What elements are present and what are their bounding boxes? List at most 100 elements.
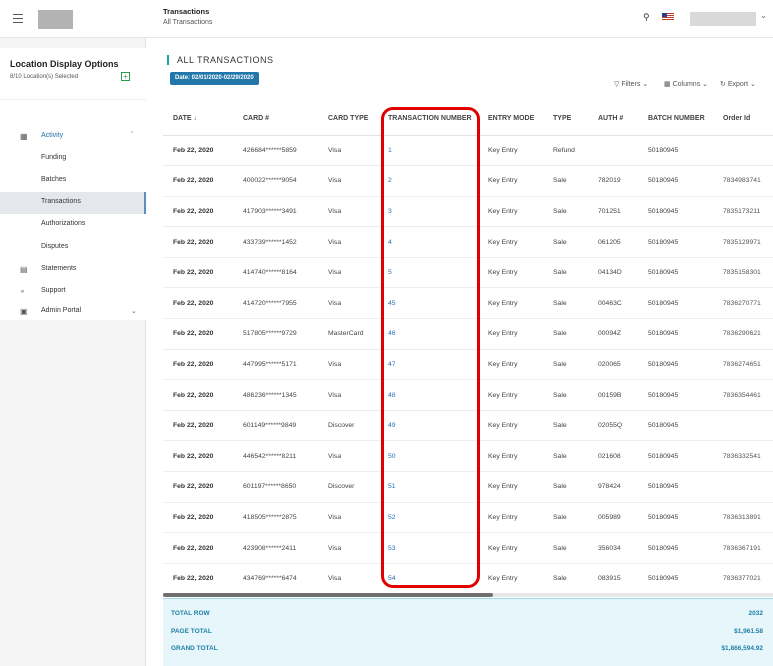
column-header-card-type[interactable]: CARD TYPE <box>318 103 378 136</box>
cell-type: Sale <box>543 471 588 503</box>
cell-date: Feb 22, 2020 <box>163 563 233 595</box>
column-header-type[interactable]: TYPE <box>543 103 588 136</box>
cell-type: Sale <box>543 502 588 534</box>
us-flag-icon[interactable] <box>662 13 674 21</box>
cell-date: Feb 22, 2020 <box>163 532 233 564</box>
scrollbar-thumb[interactable] <box>163 593 493 597</box>
cell-entry-mode: Key Entry <box>478 349 543 381</box>
sidebar-item-funding[interactable]: Funding <box>0 154 146 166</box>
cell-auth: 005989 <box>588 502 638 534</box>
cell-date: Feb 22, 2020 <box>163 502 233 534</box>
cell-entry-mode: Key Entry <box>478 287 543 320</box>
sidebar-item-support[interactable]: ∘ Support <box>0 287 146 299</box>
column-header-date[interactable]: DATE ↓ <box>163 103 233 136</box>
cell-card: 400022******9054 <box>233 165 318 197</box>
user-menu[interactable] <box>690 12 756 26</box>
sidebar-item-admin-portal[interactable]: ▣ Admin Portal ⌄ <box>0 307 146 319</box>
logo <box>38 10 73 29</box>
cell-order-id: 7836290621 <box>713 318 773 350</box>
divider <box>0 99 146 100</box>
cell-date: Feb 22, 2020 <box>163 287 233 320</box>
cell-type: Sale <box>543 257 588 289</box>
cell-auth: 02055Q <box>588 410 638 442</box>
cell-card: 517805******9729 <box>233 318 318 350</box>
page-title: ALL TRANSACTIONS <box>167 55 274 65</box>
column-header-auth[interactable]: AUTH # <box>588 103 638 136</box>
sidebar: Location Display Options 8/10 Location(s… <box>0 38 146 666</box>
chevron-down-icon[interactable]: ⌄ <box>760 11 767 20</box>
totals-panel: TOTAL ROW 2032 PAGE TOTAL $1,961.58 GRAN… <box>163 598 773 666</box>
cell-batch-number: 50180945 <box>638 287 713 320</box>
sidebar-item-statements[interactable]: ▤ Statements <box>0 265 146 277</box>
date-range-badge[interactable]: Date: 02/01/2020-02/29/2020 <box>170 72 259 85</box>
cell-order-id: 7835173211 <box>713 196 773 228</box>
cell-type: Sale <box>543 379 588 411</box>
total-row-label: TOTAL ROW <box>171 610 210 617</box>
cell-auth: 04134D <box>588 257 638 289</box>
add-location-icon[interactable]: + <box>121 72 130 81</box>
sidebar-item-label: Authorizations <box>41 220 86 227</box>
cell-card: 434769******6474 <box>233 563 318 595</box>
sidebar-item-transactions[interactable]: Transactions <box>0 192 146 214</box>
chevron-down-icon: ⌄ <box>131 308 137 315</box>
cell-card-type: Visa <box>318 563 378 595</box>
columns-label: Columns <box>672 81 701 88</box>
cell-batch-number: 50180945 <box>638 440 713 473</box>
filter-icon: ▽ <box>614 81 620 88</box>
cell-order-id: 7836270771 <box>713 287 773 320</box>
cell-card-type: Visa <box>318 349 378 381</box>
cell-date: Feb 22, 2020 <box>163 410 233 442</box>
top-bar: Transactions All Transactions ⚲ ⌄ <box>0 0 773 38</box>
cell-order-id: 7835129971 <box>713 226 773 258</box>
cell-card-type: MasterCard <box>318 318 378 350</box>
cell-batch-number: 50180945 <box>638 165 713 197</box>
horizontal-scrollbar[interactable] <box>163 593 773 597</box>
filters-button[interactable]: ▽ Filters ⌄ <box>614 80 648 88</box>
cell-date: Feb 22, 2020 <box>163 440 233 473</box>
cell-card: 426684******5859 <box>233 135 318 167</box>
column-header-batch-number[interactable]: BATCH NUMBER <box>638 103 713 136</box>
cell-type: Sale <box>543 410 588 442</box>
sidebar-item-batches[interactable]: Batches <box>0 176 146 188</box>
cell-card: 601197******8650 <box>233 471 318 503</box>
cell-card: 433739******1452 <box>233 226 318 258</box>
column-header-entry-mode[interactable]: ENTRY MODE <box>478 103 543 136</box>
cell-card: 601149******9849 <box>233 410 318 442</box>
cell-card-type: Visa <box>318 379 378 411</box>
cell-entry-mode: Key Entry <box>478 196 543 228</box>
cell-entry-mode: Key Entry <box>478 318 543 350</box>
cell-batch-number: 50180945 <box>638 379 713 411</box>
hamburger-menu-icon[interactable] <box>13 14 23 23</box>
column-header-card[interactable]: CARD # <box>233 103 318 136</box>
cell-auth: 021608 <box>588 440 638 473</box>
cell-card-type: Visa <box>318 226 378 258</box>
cell-card: 447995******5171 <box>233 349 318 381</box>
export-button[interactable]: ↻ Export ⌄ <box>720 80 756 88</box>
export-label: Export <box>727 81 749 88</box>
cell-card: 414720******7955 <box>233 287 318 320</box>
search-icon[interactable]: ⚲ <box>643 12 650 23</box>
cell-type: Sale <box>543 440 588 473</box>
column-header-order-id[interactable]: Order Id <box>713 103 773 136</box>
cell-type: Sale <box>543 318 588 350</box>
cell-batch-number: 50180945 <box>638 410 713 442</box>
cell-type: Sale <box>543 226 588 258</box>
breadcrumb-subtitle: All Transactions <box>163 19 213 26</box>
total-row-value: 2032 <box>748 610 763 617</box>
columns-icon: ▦ <box>664 81 671 88</box>
cell-card-type: Visa <box>318 287 378 320</box>
sidebar-item-disputes[interactable]: Disputes <box>0 243 146 255</box>
cell-type: Sale <box>543 196 588 228</box>
cell-card-type: Visa <box>318 532 378 564</box>
cell-batch-number: 50180945 <box>638 349 713 381</box>
sidebar-item-activity[interactable]: ▦ Activity ˆ <box>0 132 146 144</box>
sort-down-icon: ↓ <box>193 115 198 123</box>
cell-order-id: 7835158301 <box>713 257 773 289</box>
columns-button[interactable]: ▦ Columns ⌄ <box>664 80 708 88</box>
cell-entry-mode: Key Entry <box>478 226 543 258</box>
cell-type: Refund <box>543 135 588 167</box>
cell-date: Feb 22, 2020 <box>163 226 233 258</box>
cell-card-type: Visa <box>318 502 378 534</box>
sidebar-item-authorizations[interactable]: Authorizations <box>0 220 146 232</box>
sidebar-item-label: Activity <box>41 132 64 139</box>
